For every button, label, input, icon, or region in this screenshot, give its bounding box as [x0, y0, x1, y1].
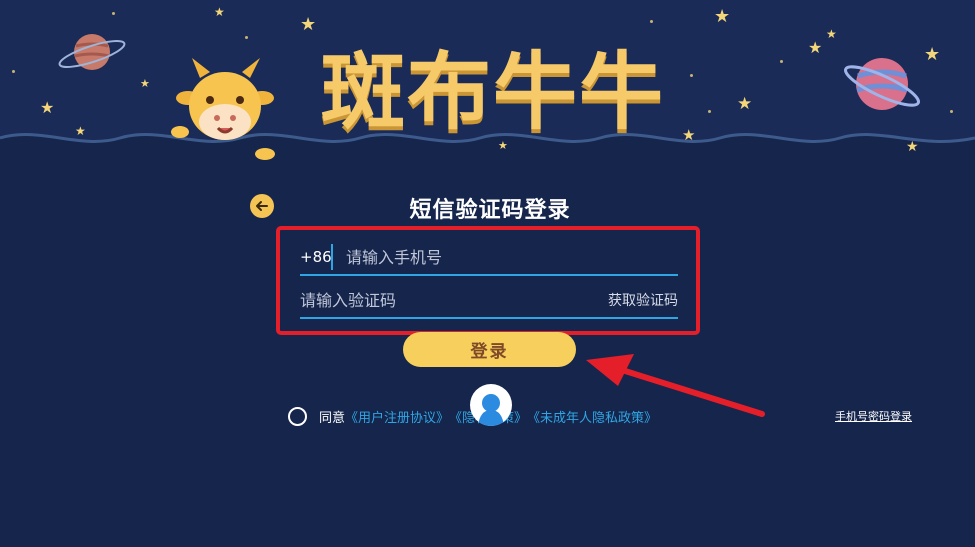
- dot-star: [650, 20, 653, 23]
- minor-privacy-policy-link[interactable]: 《未成年人隐私政策》: [527, 407, 657, 426]
- agree-prefix: 同意: [319, 410, 346, 426]
- planet-icon: [844, 58, 920, 110]
- dot-star: [950, 110, 953, 113]
- mascot-cow-icon: [171, 58, 275, 160]
- dot-star: [245, 36, 248, 39]
- login-title: 短信验证码登录: [409, 198, 571, 223]
- star-icon: ★: [924, 44, 941, 65]
- code-row: 获取验证码: [300, 283, 678, 319]
- avatar: [470, 384, 512, 426]
- brand-title: 斑布牛牛: [320, 42, 665, 141]
- star-icon: ★: [826, 27, 837, 41]
- star-icon: ★: [140, 77, 150, 90]
- agree-radio[interactable]: [288, 406, 307, 426]
- star-icon: ★: [75, 124, 86, 138]
- get-code-button[interactable]: 获取验证码: [608, 290, 678, 310]
- dot-star: [780, 60, 783, 63]
- star-icon: ★: [682, 126, 696, 144]
- star-icon: ★: [300, 14, 317, 35]
- back-button[interactable]: [250, 194, 274, 218]
- phone-row: +86: [300, 240, 678, 276]
- user-agreement-link[interactable]: 《用户注册协议》: [345, 407, 449, 426]
- dot-star: [112, 12, 115, 15]
- login-button[interactable]: 登录: [403, 332, 576, 367]
- person-icon: [478, 394, 504, 426]
- password-login-link[interactable]: 手机号密码登录: [835, 408, 912, 424]
- dot-star: [708, 110, 711, 113]
- star-icon: ★: [40, 98, 55, 117]
- star-icon: ★: [906, 139, 919, 155]
- verification-code-input[interactable]: [300, 290, 608, 310]
- country-code[interactable]: +86: [300, 248, 332, 266]
- dot-star: [12, 70, 15, 73]
- star-icon: ★: [808, 38, 823, 57]
- back-arrow-icon: [256, 201, 268, 211]
- star-icon: ★: [214, 5, 225, 19]
- phone-input[interactable]: [346, 247, 678, 267]
- planet-icon: [58, 34, 126, 70]
- star-icon: ★: [737, 94, 753, 114]
- dot-star: [690, 74, 693, 77]
- star-icon: ★: [714, 6, 731, 27]
- divider: [331, 244, 333, 270]
